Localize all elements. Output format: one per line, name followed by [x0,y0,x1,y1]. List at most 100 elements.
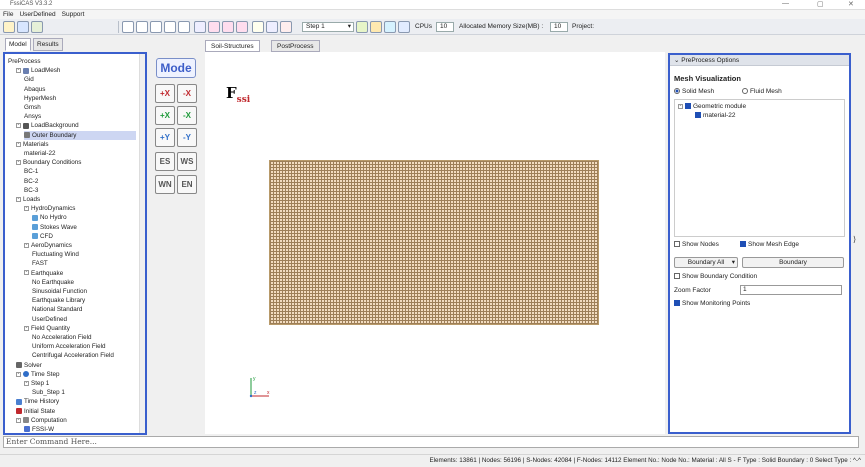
tree-item[interactable]: CFD [32,232,53,241]
tree-item[interactable]: BC-3 [24,186,38,195]
view-plus-yz-button[interactable]: +Y [155,128,175,147]
grid-view-icon[interactable] [122,21,134,33]
geometric-module-item[interactable]: - Geometric module [678,103,746,110]
tree-item[interactable]: - Materials [16,140,49,149]
show-mesh-edge-checkbox[interactable]: Show Mesh Edge [740,241,799,248]
view-minus-yz-button[interactable]: -Y [177,128,197,147]
3d-viewport[interactable]: Fssi y x z [205,52,665,434]
tree-item[interactable]: material-22 [24,149,56,158]
tree-item[interactable]: Ansys [24,112,41,121]
mesh-icon[interactable] [194,21,206,33]
tree-item[interactable]: Abaqus [24,85,45,94]
show-monitoring-points-checkbox[interactable]: Show Monitoring Points [674,300,750,307]
tree-item[interactable]: FSSI-W [24,425,54,433]
close-button[interactable]: ✕ [848,0,854,8]
collapse-icon[interactable]: - [24,206,29,212]
show-nodes-checkbox[interactable]: Show Nodes [674,241,719,248]
tree-item[interactable]: Fluctuating Wind [32,250,79,259]
tree-item[interactable]: No Earthquake [32,278,74,287]
step-icon[interactable] [356,21,368,33]
tree-item[interactable]: - Field Quantity [24,324,70,333]
tree-item[interactable]: National Standard [32,305,82,314]
collapse-icon[interactable]: - [24,270,29,276]
view-en-button[interactable]: EN [177,175,197,194]
tree-item[interactable]: Sinusoidal Function [32,287,87,296]
tree-item[interactable]: Uniform Acceleration Field [32,342,106,351]
tree-item[interactable]: Time History [16,397,59,406]
collapse-icon[interactable]: - [16,371,21,377]
globe-icon[interactable] [252,21,264,33]
tree-item[interactable]: - Step 1 [24,379,49,388]
tree-item[interactable]: No Hydro [32,213,67,222]
boundary-all-select[interactable]: Boundary All ▾ [674,257,738,268]
open-icon[interactable] [31,21,43,33]
tree-item[interactable]: - Boundary Conditions [16,158,81,167]
tab-model[interactable]: Model [5,38,31,51]
tree-item[interactable]: Centrifugal Acceleration Field [32,351,114,360]
tree-item[interactable]: Gid [24,75,34,84]
view-plus-xy-button[interactable]: +X [155,84,175,103]
command-input[interactable]: Enter Command Here... [3,436,859,448]
fluid-mesh-radio[interactable]: Fluid Mesh [742,88,782,95]
solid-mesh-radio[interactable]: Solid Mesh [674,88,714,95]
collapse-icon[interactable]: - [16,417,21,423]
soil-mesh[interactable] [269,160,599,325]
record-icon[interactable] [280,21,292,33]
bp-2-icon[interactable] [236,21,248,33]
view-wn-button[interactable]: WN [155,175,175,194]
grid-view-3-icon[interactable] [150,21,162,33]
view-minus-xy-button[interactable]: -X [177,84,197,103]
tree-item[interactable]: - Earthquake [24,269,63,278]
tree-item[interactable]: Initial State [16,407,55,416]
tree-item[interactable]: Gmsh [24,103,41,112]
tab-results[interactable]: Results [33,38,63,51]
mode-button[interactable]: Mode [156,58,196,78]
tree-item[interactable]: - Computation [16,416,67,425]
tree-item[interactable]: - LoadBackground [16,121,79,130]
tree-item[interactable]: Sub_Step 1 [32,388,65,397]
collapse-icon[interactable]: - [16,68,21,74]
minimize-button[interactable]: — [782,0,789,7]
tree-item[interactable]: UserDefined [32,315,67,324]
preprocess-options-header[interactable]: ⌄ PreProcess Options [670,55,849,66]
collapse-icon[interactable]: - [16,123,21,129]
grid-view-4-icon[interactable] [164,21,176,33]
cut-icon[interactable] [208,21,220,33]
tree-item[interactable]: No Acceleration Field [32,333,92,342]
tree-item[interactable]: Earthquake Library [32,296,85,305]
cloud-icon[interactable] [398,21,410,33]
view-es-button[interactable]: ES [155,152,175,171]
collapse-icon[interactable]: - [24,325,29,331]
tree-item[interactable]: BC-2 [24,177,38,186]
view-minus-xz-button[interactable]: -X [177,106,197,125]
menu-userdefined[interactable]: UserDefined [19,10,55,19]
collapse-icon[interactable]: - [24,380,29,386]
tree-item[interactable]: - Loads [16,195,40,204]
tree-item[interactable]: - LoadMesh [16,66,60,75]
tree-item[interactable]: - Time Step [16,370,59,379]
grid-view-2-icon[interactable] [136,21,148,33]
boundary-button[interactable]: Boundary [742,257,844,268]
menu-file[interactable]: File [3,10,13,19]
tree-item[interactable]: FAST [32,259,48,268]
view-ws-button[interactable]: WS [177,152,197,171]
sphere-icon[interactable] [266,21,278,33]
info-icon[interactable] [384,21,396,33]
tree-scrollbar[interactable] [139,54,145,433]
tree-item[interactable]: HyperMesh [24,94,56,103]
save-icon[interactable] [17,21,29,33]
stop-icon[interactable] [370,21,382,33]
tree-item[interactable]: Stokes Wave [32,223,77,232]
new-file-icon[interactable] [3,21,15,33]
tree-item[interactable]: PreProcess [8,57,41,66]
step-select[interactable]: Step 1 ▾ [302,22,354,32]
tree-item[interactable]: - HydroDynamics [24,204,75,213]
filter-icon[interactable] [178,21,190,33]
material-item[interactable]: material-22 [695,112,736,119]
collapse-icon[interactable]: - [16,196,21,202]
bp-icon[interactable] [222,21,234,33]
tab-soil-structures[interactable]: Soil-Structures [205,40,260,52]
view-plus-xz-button[interactable]: +X [155,106,175,125]
maximize-button[interactable]: ▢ [817,0,824,8]
zoom-factor-input[interactable]: 1 [740,285,842,295]
